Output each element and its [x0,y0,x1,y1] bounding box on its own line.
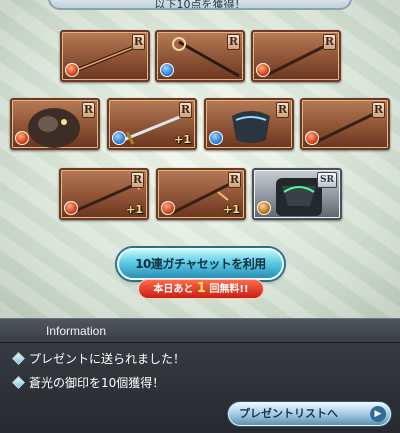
item-card-9[interactable]: R +1 [156,168,246,220]
free-badge-suffix: 回無料!! [209,284,249,295]
fire-element-icon [305,131,319,145]
fire-element-icon [64,201,78,215]
water-element-icon [209,131,223,145]
rarity-badge: R [82,102,95,118]
rarity-badge: R [132,34,145,50]
rarity-badge: R [179,102,192,118]
message-text: プレゼントに送られました！ [29,352,186,366]
water-element-icon [160,63,174,77]
earth-element-icon [257,201,271,215]
item-card-3[interactable]: R [251,30,341,82]
free-badge-prefix: 本日あと [153,284,194,295]
diamond-bullet-icon [12,376,25,389]
item-card-6[interactable]: R [204,98,294,150]
rarity-badge: R [323,34,336,50]
fire-element-icon [161,201,175,215]
plus-bonus: +1 [223,203,240,216]
rarity-badge: R [131,172,144,188]
plus-bonus: +1 [126,203,143,216]
fire-element-icon [15,131,29,145]
free-badge-count: 1 [196,281,206,296]
item-card-2[interactable]: R [155,30,245,82]
information-panel: Information プレゼントに送られました！ 蒼光の御印を10個獲得！ プ… [0,318,400,433]
fire-element-icon [65,63,79,77]
information-title: Information [0,319,400,343]
item-card-7[interactable]: R [300,98,390,150]
message-text: 蒼光の御印を10個獲得！ [29,376,165,390]
present-list-label: プレゼントリストへ [239,407,338,420]
arrow-right-icon: ▶ [370,406,386,422]
info-message-1: プレゼントに送られました！ [12,349,186,369]
gacha-result-stage: 以下10点を獲得！ R R R R R +1 R R R +1 R +1 SR … [0,0,400,318]
plus-bonus: +1 [174,133,191,146]
free-draws-badge: 本日あと 1 回無料!! [138,279,264,299]
fire-element-icon [256,63,270,77]
item-card-8[interactable]: R +1 [59,168,149,220]
gacha-set-button[interactable]: 10連ガチャセットを利用 [117,248,284,280]
rarity-badge: R [276,102,289,118]
result-banner: 以下10点を獲得！ [48,0,352,10]
diamond-bullet-icon [12,352,25,365]
info-message-2: 蒼光の御印を10個獲得！ [12,373,165,393]
rarity-badge: R [227,34,240,50]
rarity-badge: R [228,172,241,188]
item-card-4[interactable]: R [10,98,100,150]
water-element-icon [112,131,126,145]
rarity-badge: SR [317,172,337,188]
rarity-badge: R [372,102,385,118]
present-list-button[interactable]: プレゼントリストへ ▶ [228,402,391,426]
item-card-1[interactable]: R [60,30,150,82]
item-card-5[interactable]: R +1 [107,98,197,150]
item-card-10[interactable]: SR [252,168,342,220]
